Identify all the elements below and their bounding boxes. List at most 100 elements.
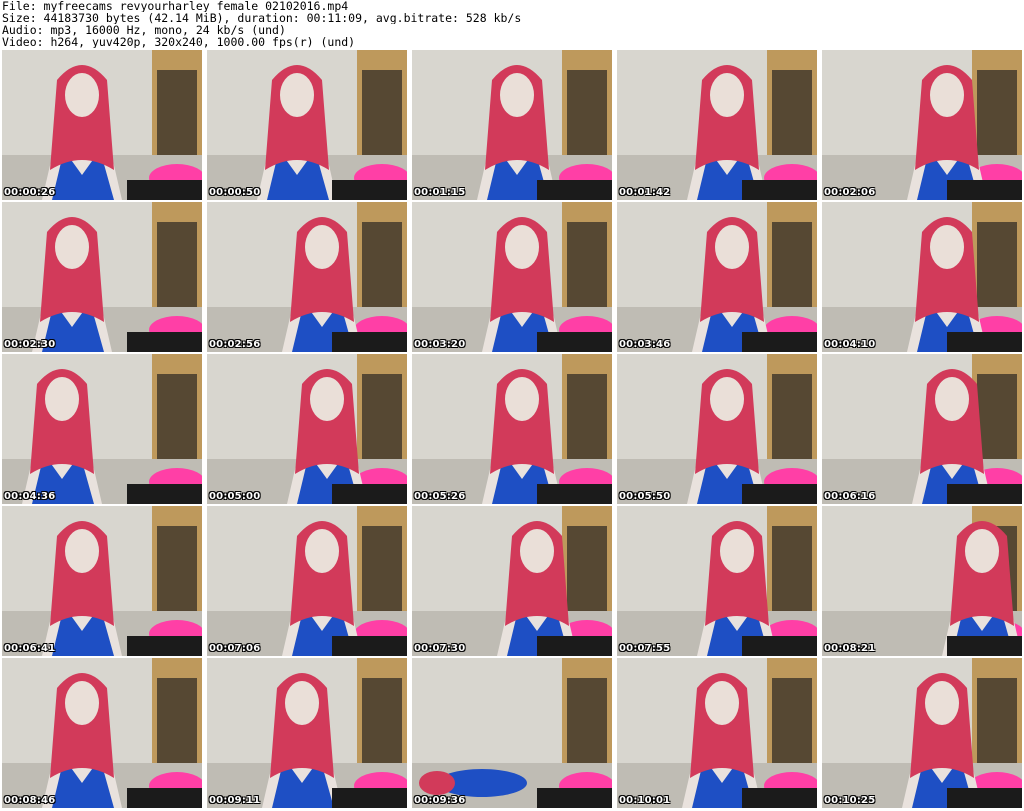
frame-illustration <box>207 50 407 200</box>
frame-illustration <box>412 506 612 656</box>
frame-illustration <box>822 506 1022 656</box>
thumbnail: 00:09:11 <box>207 658 407 808</box>
thumbnail: 00:08:46 <box>2 658 202 808</box>
frame-illustration <box>822 50 1022 200</box>
frame-illustration <box>207 354 407 504</box>
frame-illustration <box>412 50 612 200</box>
frame-illustration <box>617 202 817 352</box>
face <box>935 377 969 421</box>
face <box>520 529 554 573</box>
keyboard <box>332 788 407 808</box>
keyboard <box>332 636 407 656</box>
face <box>65 73 99 117</box>
frame-illustration <box>2 50 202 200</box>
frame-illustration <box>822 202 1022 352</box>
face <box>505 377 539 421</box>
timestamp-label: 00:06:41 <box>4 643 56 654</box>
timestamp-label: 00:09:11 <box>209 795 261 806</box>
frame-illustration <box>822 658 1022 808</box>
keyboard <box>332 180 407 200</box>
timestamp-label: 00:07:06 <box>209 643 261 654</box>
timestamp-label: 00:05:00 <box>209 491 261 502</box>
thumbnail: 00:02:06 <box>822 50 1022 200</box>
face <box>285 681 319 725</box>
timestamp-label: 00:06:16 <box>824 491 876 502</box>
timestamp-label: 00:03:20 <box>414 339 466 350</box>
face <box>45 377 79 421</box>
frame-illustration <box>617 50 817 200</box>
face <box>65 681 99 725</box>
frame-illustration <box>617 354 817 504</box>
thumbnail: 00:05:00 <box>207 354 407 504</box>
thumbnail: 00:04:10 <box>822 202 1022 352</box>
frame-illustration <box>822 354 1022 504</box>
face <box>65 529 99 573</box>
frame-illustration <box>412 202 612 352</box>
frame-illustration <box>617 658 817 808</box>
keyboard <box>742 332 817 352</box>
frame-illustration <box>2 506 202 656</box>
frame-illustration <box>412 354 612 504</box>
face <box>310 377 344 421</box>
keyboard <box>332 484 407 504</box>
keyboard <box>742 788 817 808</box>
frame-illustration <box>2 202 202 352</box>
keyboard <box>127 788 202 808</box>
keyboard <box>947 332 1022 352</box>
video-info-line: Video: h264, yuv420p, 320x240, 1000.00 f… <box>2 36 356 48</box>
thumbnail: 00:03:46 <box>617 202 817 352</box>
thumbnail: 00:07:55 <box>617 506 817 656</box>
timestamp-label: 00:05:26 <box>414 491 466 502</box>
thumbnail: 00:02:56 <box>207 202 407 352</box>
face <box>280 73 314 117</box>
face <box>705 681 739 725</box>
red-hair <box>419 771 455 795</box>
timestamp-label: 00:04:10 <box>824 339 876 350</box>
keyboard <box>947 788 1022 808</box>
timestamp-label: 00:04:36 <box>4 491 56 502</box>
timestamp-label: 00:02:30 <box>4 339 56 350</box>
audio-info-line: Audio: mp3, 16000 Hz, mono, 24 kb/s (und… <box>2 24 286 36</box>
keyboard <box>537 180 612 200</box>
thumbnail: 00:07:30 <box>412 506 612 656</box>
thumbnail: 00:05:26 <box>412 354 612 504</box>
keyboard <box>127 636 202 656</box>
thumbnail: 00:07:06 <box>207 506 407 656</box>
keyboard <box>127 332 202 352</box>
frame-illustration <box>2 354 202 504</box>
keyboard <box>947 484 1022 504</box>
timestamp-label: 00:01:15 <box>414 187 466 198</box>
timestamp-label: 00:08:46 <box>4 795 56 806</box>
timestamp-label: 00:08:21 <box>824 643 876 654</box>
face <box>55 225 89 269</box>
face <box>505 225 539 269</box>
thumbnail: 00:00:26 <box>2 50 202 200</box>
timestamp-label: 00:02:06 <box>824 187 876 198</box>
face <box>720 529 754 573</box>
keyboard <box>537 636 612 656</box>
keyboard <box>947 180 1022 200</box>
thumbnail: 00:02:30 <box>2 202 202 352</box>
face <box>965 529 999 573</box>
file-name-line: File: myfreecams_revyourharley_female_02… <box>2 0 349 12</box>
thumbnail: 00:09:36 <box>412 658 612 808</box>
keyboard <box>742 180 817 200</box>
keyboard <box>332 332 407 352</box>
thumbnail: 00:03:20 <box>412 202 612 352</box>
keyboard <box>537 788 612 808</box>
timestamp-label: 00:07:55 <box>619 643 671 654</box>
face <box>930 225 964 269</box>
face <box>500 73 534 117</box>
thumbnail: 00:01:42 <box>617 50 817 200</box>
face <box>930 73 964 117</box>
thumbnail: 00:05:50 <box>617 354 817 504</box>
face <box>710 73 744 117</box>
timestamp-label: 00:00:50 <box>209 187 261 198</box>
thumbnail: 00:06:41 <box>2 506 202 656</box>
timestamp-label: 00:09:36 <box>414 795 466 806</box>
timestamp-label: 00:01:42 <box>619 187 671 198</box>
keyboard <box>127 180 202 200</box>
frame-illustration <box>207 506 407 656</box>
timestamp-label: 00:00:26 <box>4 187 56 198</box>
keyboard <box>947 636 1022 656</box>
